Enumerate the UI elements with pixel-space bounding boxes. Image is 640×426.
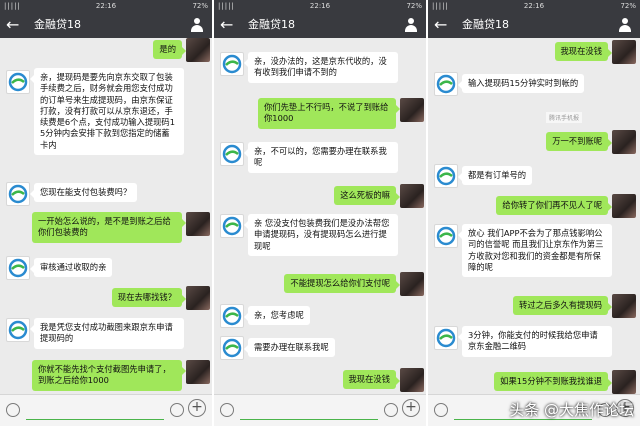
back-arrow-icon[interactable]: ← [6,15,19,35]
user-avatar [400,272,424,296]
message-bubble-incoming[interactable]: 3分钟，你能支付的时候我给您申请京东金融二维码 [458,326,612,357]
message-bubble-incoming[interactable]: 审核通过收取的亲 [29,258,113,278]
message-bubble-outgoing[interactable]: 是的 [153,40,186,60]
agent-avatar [434,224,458,248]
input-bar: + [0,394,212,426]
message-bubble-outgoing[interactable]: 你就不能先找个支付截图先申请了，到账之后给你1000 [32,360,186,391]
agent-avatar [6,70,30,94]
chat-title: 金融贷18 [34,18,81,31]
message-bubble-outgoing[interactable]: 这么死板的嘛 [334,186,400,206]
agent-avatar [220,304,244,328]
agent-avatar [434,164,458,188]
message-bubble-outgoing[interactable]: 我现在没钱 [342,370,400,390]
message-bubble-incoming[interactable]: 亲，您考虑呢 [244,306,310,326]
user-avatar [612,40,636,64]
message-bubble-outgoing[interactable]: 不能提现怎么给你们支付呢 [284,274,400,294]
message-bubble-incoming[interactable]: 您现在能支付包装费吗？ [29,183,138,203]
message-bubble-outgoing[interactable]: 一开始怎么说的，是不是到账之后给你们包装费的 [32,212,186,243]
back-arrow-icon[interactable]: ← [220,15,233,35]
clock: 22:16 [95,2,117,10]
clock: 22:16 [309,2,331,10]
message-list[interactable]: 是的 亲，提现码是要先向京东交取了包装手续费之后，财务就会用您支付成功的订单号来… [0,38,212,394]
message-bubble-outgoing[interactable]: 现在去哪找钱？ [111,288,187,308]
status-bar: ||||| 22:16 72% [0,0,212,12]
agent-avatar [6,182,30,206]
message-bubble-incoming[interactable]: 需要办理在联系我呢 [244,338,335,358]
user-avatar [400,98,424,122]
back-arrow-icon[interactable]: ← [434,15,447,35]
user-avatar [400,184,424,208]
emoji-icon[interactable] [384,403,398,417]
contact-profile-icon[interactable] [618,18,632,32]
agent-avatar [220,52,244,76]
agent-avatar [6,256,30,280]
agent-avatar [434,326,458,350]
message-bubble-outgoing[interactable]: 万一不到账呢 [546,132,612,152]
chat-header: ← 金融贷18 [0,12,212,38]
contact-profile-icon[interactable] [190,18,204,32]
chat-header: ← 金融贷18 [214,12,426,38]
emoji-icon[interactable] [170,403,184,417]
chat-screen-2: ||||| 22:16 72% ← 金融贷18 亲，没办法的，这是京东代收的，没… [214,0,426,426]
message-input[interactable] [240,401,378,420]
user-avatar [612,130,636,154]
user-avatar [400,368,424,392]
watermark-label: 腾讯手机报 [546,112,583,123]
user-avatar [186,360,210,384]
chat-screen-1: ||||| 22:16 72% ← 金融贷18 是的 亲，提现码是要先向京东交取… [0,0,212,426]
voice-input-icon[interactable] [434,403,448,417]
add-attachment-icon[interactable]: + [402,399,420,417]
message-bubble-outgoing[interactable]: 给你转了你们再不见人了呢 [496,196,612,216]
status-bar: ||||| 22:16 72% [428,0,640,12]
message-bubble-incoming[interactable]: 放心 我们APP不会为了那点钱影响公司的信誉呢 而且我们让京东作为第三方收款对您… [458,224,612,278]
battery-indicator: 72% [406,2,422,10]
chat-screen-3: ||||| 22:16 72% ← 金融贷18 我现在没钱 输入提现码15分钟实… [428,0,640,426]
message-input[interactable] [26,401,164,420]
clock: 22:16 [523,2,545,10]
message-list[interactable]: 我现在没钱 输入提现码15分钟实时到帐的 腾讯手机报 万一不到账呢 都是有订单号… [428,38,640,394]
contact-profile-icon[interactable] [404,18,418,32]
agent-avatar [220,214,244,238]
message-list[interactable]: 亲，没办法的，这是京东代收的，没有收到我们申请不到的 你们先垫上不行吗，不说了到… [214,38,426,394]
source-watermark: 头条 @大焦作论坛 [509,401,634,419]
chat-header: ← 金融贷18 [428,12,640,38]
battery-indicator: 72% [620,2,636,10]
message-bubble-outgoing[interactable]: 我现在没钱 [554,42,612,62]
message-bubble-incoming[interactable]: 亲，提现码是要先向京东交取了包装手续费之后，财务就会用您支付成功的订单号来生成提… [30,68,184,156]
message-bubble-incoming[interactable]: 亲，不可以的，您需要办理在联系我呢 [244,142,398,173]
voice-input-icon[interactable] [220,403,234,417]
user-avatar [186,212,210,236]
user-avatar [612,194,636,218]
chat-title: 金融贷18 [248,18,295,31]
message-bubble-incoming[interactable]: 我是凭您支付成功截图来跟京东申请提现码的 [30,318,184,349]
user-avatar [612,294,636,318]
message-bubble-incoming[interactable]: 输入提现码15分钟实时到帐的 [457,74,585,94]
message-bubble-outgoing[interactable]: 你们先垫上不行吗，不说了到账给你1000 [258,98,400,129]
message-bubble-outgoing[interactable]: 如果15分钟不到账我找谁退 [494,372,612,392]
message-bubble-incoming[interactable]: 都是有订单号的 [457,166,533,186]
voice-input-icon[interactable] [6,403,20,417]
add-attachment-icon[interactable]: + [188,399,206,417]
user-avatar [186,286,210,310]
user-avatar [612,370,636,394]
message-bubble-outgoing[interactable]: 转过之后多久有提现码 [513,296,612,316]
agent-avatar [220,336,244,360]
input-bar: + [214,394,426,426]
agent-avatar [6,318,30,342]
message-bubble-incoming[interactable]: 亲 您没支付包装费我们是没办法帮您申请提现码，没有提现码怎么进行提现呢 [244,214,398,256]
user-avatar [186,38,210,62]
agent-avatar [434,72,458,96]
chat-title: 金融贷18 [462,18,509,31]
message-bubble-incoming[interactable]: 亲，没办法的，这是京东代收的，没有收到我们申请不到的 [244,52,398,83]
agent-avatar [220,142,244,166]
battery-indicator: 72% [192,2,208,10]
status-bar: ||||| 22:16 72% [214,0,426,12]
